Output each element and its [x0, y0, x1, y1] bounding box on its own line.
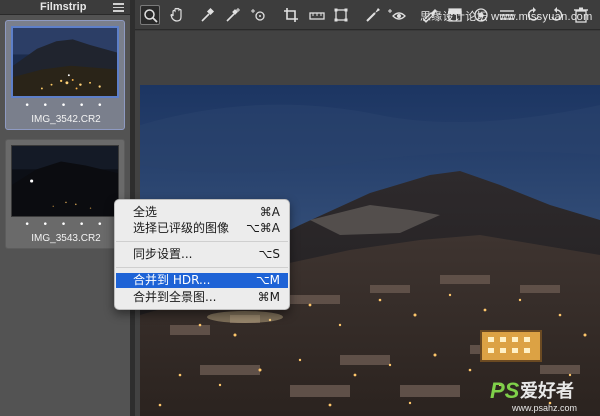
transform-icon[interactable] [331, 5, 351, 25]
menu-separator [116, 241, 288, 242]
menu-item-select-rated[interactable]: 选择已评级的图像 ⌥⌘A [116, 221, 288, 236]
watermark-logo: PS 爱好者 www.psahz.com [488, 372, 598, 414]
menu-item-sync-settings[interactable]: 同步设置... ⌥S [116, 247, 288, 262]
spot-removal-icon[interactable] [363, 5, 383, 25]
menu-item-merge-panorama[interactable]: 合并到全景图... ⌘M [116, 290, 288, 305]
filmstrip-panel: Filmstrip • • • • • IMG_3542.CR2 • • • •… [0, 0, 130, 416]
straighten-icon[interactable] [307, 5, 327, 25]
svg-text:www.psahz.com: www.psahz.com [511, 403, 577, 413]
color-sampler-icon[interactable] [223, 5, 243, 25]
filmstrip-title: Filmstrip [40, 1, 87, 13]
filmstrip-thumbnail[interactable]: • • • • • IMG_3542.CR2 [5, 20, 125, 130]
menu-separator [116, 267, 288, 268]
context-menu: 全选 ⌘A 选择已评级的图像 ⌥⌘A 同步设置... ⌥S 合并到 HDR...… [114, 199, 290, 310]
menu-item-merge-hdr[interactable]: 合并到 HDR... ⌥M [116, 273, 288, 288]
white-balance-icon[interactable] [197, 5, 217, 25]
menu-item-select-all[interactable]: 全选 ⌘A [116, 205, 288, 220]
hand-icon[interactable] [167, 5, 187, 25]
rating-dots[interactable]: • • • • • [6, 101, 126, 111]
target-adjustment-icon[interactable] [249, 5, 269, 25]
thumbnail-filename: IMG_3543.CR2 [31, 233, 101, 244]
svg-text:爱好者: 爱好者 [520, 380, 574, 402]
panel-menu-icon[interactable] [113, 3, 124, 12]
rating-dots[interactable]: • • • • • [6, 220, 126, 230]
crop-icon[interactable] [281, 5, 301, 25]
filmstrip-header: Filmstrip [0, 0, 130, 15]
watermark-site-text: 思缘设计论坛 www.missyuan.com [420, 11, 593, 23]
thumbnail-image [11, 145, 119, 217]
thumbnail-image [11, 26, 119, 98]
filmstrip-thumbnail[interactable]: • • • • • IMG_3543.CR2 [5, 139, 125, 249]
zoom-icon[interactable] [140, 5, 160, 25]
red-eye-icon[interactable] [387, 5, 407, 25]
thumbnail-filename: IMG_3542.CR2 [31, 114, 101, 125]
svg-text:PS: PS [490, 378, 520, 403]
